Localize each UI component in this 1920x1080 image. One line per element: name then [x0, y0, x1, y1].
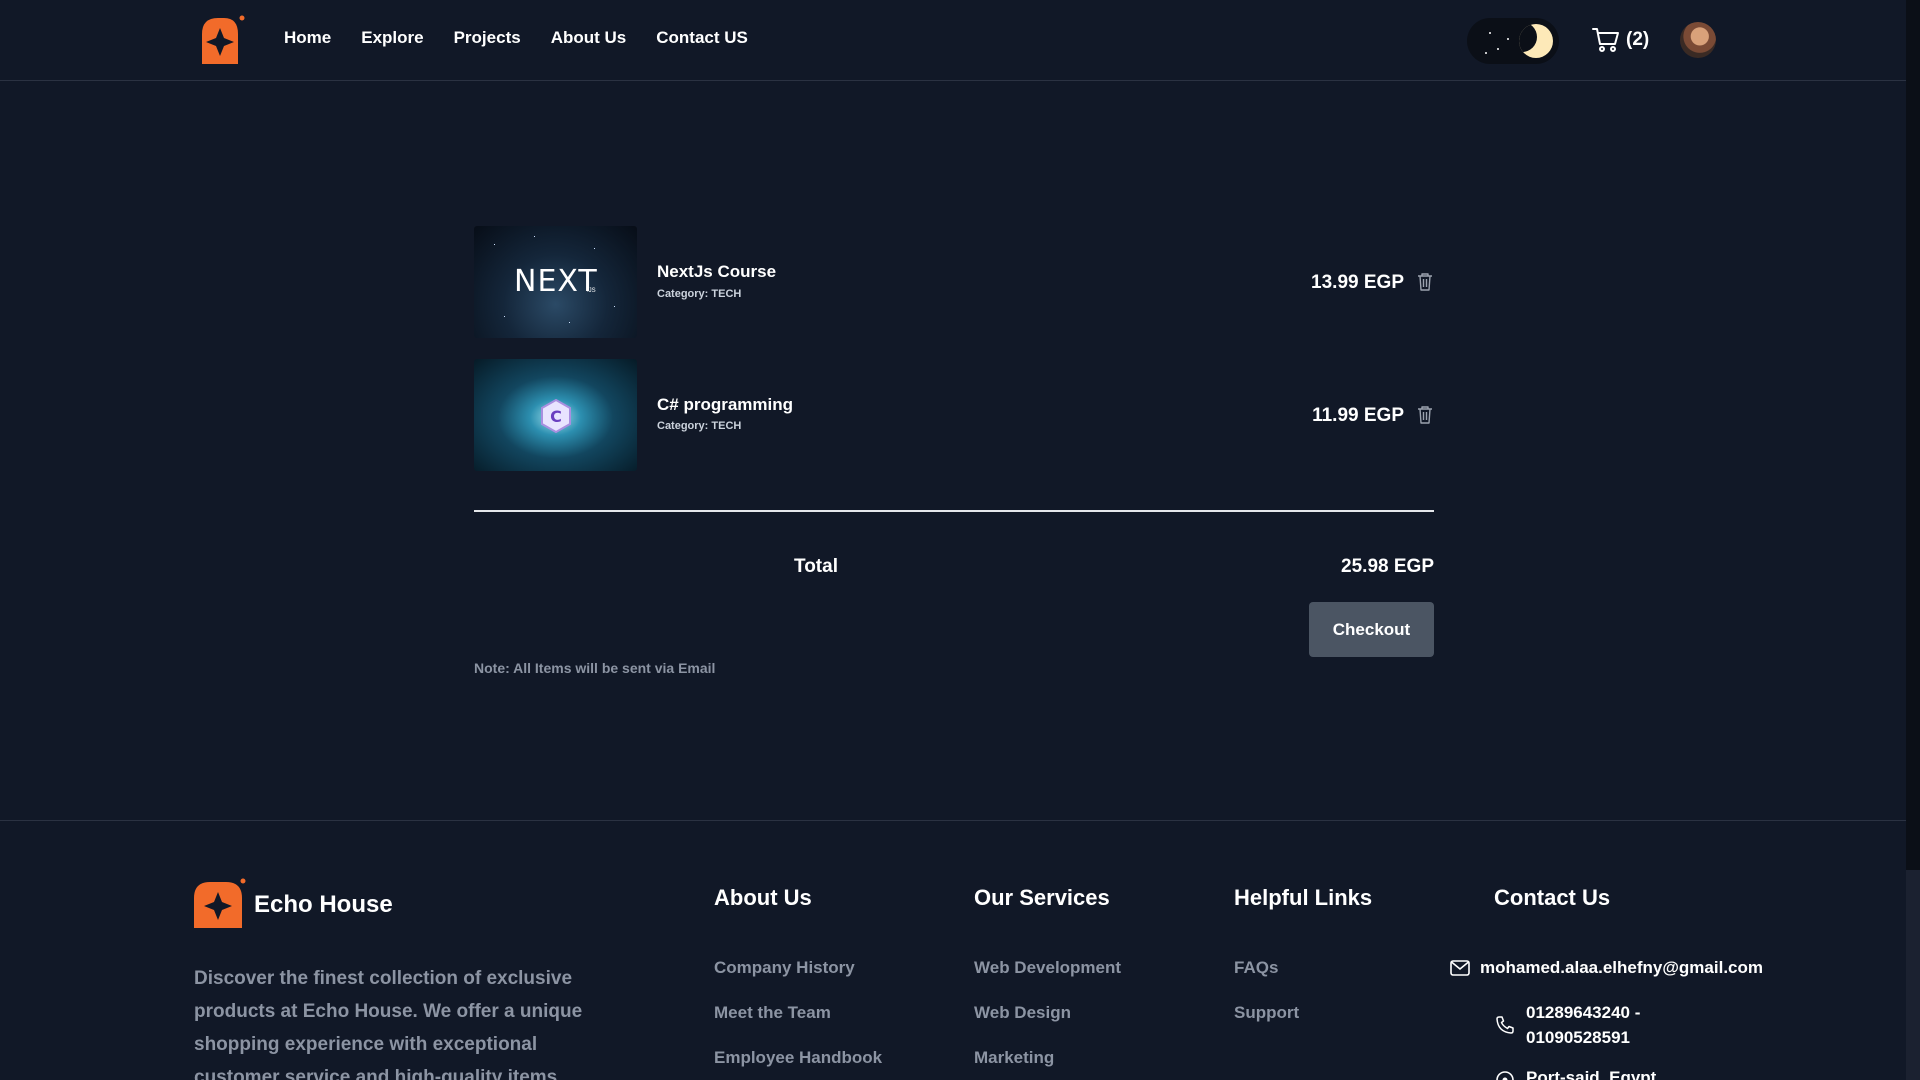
footer-phone-line-2[interactable]: 01090528591: [1526, 1028, 1630, 1048]
item-category: Category: TECH: [657, 288, 742, 300]
phone-icon: [1496, 1016, 1514, 1034]
item-price: 11.99 EGP: [1312, 405, 1404, 426]
total-label: Total: [794, 556, 838, 577]
nav-explore[interactable]: Explore: [361, 28, 423, 48]
logo-icon: [194, 878, 246, 928]
moon-icon: [1519, 24, 1553, 58]
item-title[interactable]: C# programming: [657, 395, 793, 415]
footer-link-marketing[interactable]: Marketing: [974, 1048, 1054, 1068]
logo[interactable]: [194, 14, 246, 66]
product-thumbnail: NEXT .JS: [474, 226, 637, 338]
total-value: 25.98 EGP: [1341, 556, 1434, 577]
trash-icon[interactable]: [1416, 272, 1434, 292]
checkout-button[interactable]: Checkout: [1309, 602, 1434, 657]
item-price: 13.99 EGP: [1311, 272, 1404, 293]
star-icon: [1497, 48, 1499, 50]
star-icon: [1507, 38, 1509, 40]
divider: [474, 510, 1434, 512]
footer-link-support[interactable]: Support: [1234, 1003, 1299, 1023]
cart-item: C C# programming Category: TECH 11.99 EG…: [474, 359, 1434, 471]
footer-contact-title: Contact Us: [1494, 885, 1611, 910]
item-category: Category: TECH: [657, 420, 742, 432]
theme-toggle[interactable]: [1467, 18, 1559, 64]
mail-icon: [1450, 960, 1470, 976]
csharp-logo-icon: C: [541, 399, 571, 433]
footer-brand-name: Echo House: [254, 891, 393, 918]
item-title[interactable]: NextJs Course: [657, 262, 776, 282]
footer-link-employee-handbook[interactable]: Employee Handbook: [714, 1048, 882, 1068]
main-nav: Home Explore Projects About Us Contact U…: [284, 28, 748, 48]
cart-icon: [1592, 28, 1619, 52]
cart-item: NEXT .JS NextJs Course Category: TECH 13…: [474, 226, 1434, 338]
top-navbar: Home Explore Projects About Us Contact U…: [0, 0, 1906, 81]
nav-home[interactable]: Home: [284, 28, 331, 48]
footer-email-link[interactable]: mohamed.alaa.elhefny@gmail.com: [1480, 958, 1763, 978]
footer-description: Discover the finest collection of exclus…: [194, 968, 583, 1080]
footer-phone-line-1[interactable]: 01289643240 -: [1526, 1003, 1640, 1023]
footer-helpful-title: Helpful Links: [1234, 885, 1373, 910]
footer-divider: [0, 820, 1906, 821]
delivery-note: Note: All Items will be sent via Email: [474, 660, 716, 676]
avatar[interactable]: [1680, 22, 1716, 58]
star-icon: [1489, 32, 1491, 34]
cart-button[interactable]: (2): [1592, 27, 1649, 53]
footer-link-faqs[interactable]: FAQs: [1234, 958, 1278, 978]
footer-link-meet-team[interactable]: Meet the Team: [714, 1003, 831, 1023]
footer-logo[interactable]: [194, 878, 246, 930]
thumbnail-logo-subtext: .JS: [587, 288, 596, 294]
footer-services-title: Our Services: [974, 885, 1110, 910]
cart-count: (2): [1626, 29, 1650, 50]
nav-contact-us[interactable]: Contact US: [656, 28, 748, 48]
trash-icon[interactable]: [1416, 405, 1434, 425]
scrollbar[interactable]: [1906, 0, 1920, 1080]
nav-projects[interactable]: Projects: [454, 28, 521, 48]
scrollbar-thumb[interactable]: [1906, 0, 1920, 870]
footer-about-title: About Us: [714, 885, 812, 910]
footer-link-company-history[interactable]: Company History: [714, 958, 855, 978]
footer-link-web-development[interactable]: Web Development: [974, 958, 1121, 978]
product-thumbnail: C: [474, 359, 637, 471]
svg-text:C: C: [550, 407, 562, 426]
star-icon: [1485, 52, 1487, 54]
footer-link-web-design[interactable]: Web Design: [974, 1003, 1071, 1023]
footer-address: Port-said, Egypt: [1526, 1068, 1657, 1080]
nav-about-us[interactable]: About Us: [551, 28, 627, 48]
logo-icon: [202, 15, 245, 64]
location-icon: [1496, 1071, 1514, 1080]
thumbnail-logo-text: NEXT: [514, 264, 598, 299]
